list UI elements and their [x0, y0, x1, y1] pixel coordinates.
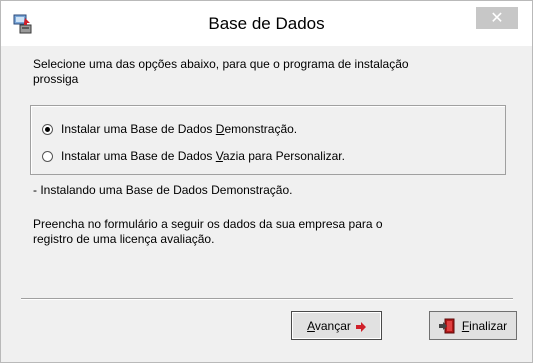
- option-empty-label: Instalar uma Base de Dados Vazia para Pe…: [61, 149, 345, 163]
- option-demo-database[interactable]: Instalar uma Base de Dados Demonstração.: [42, 121, 297, 137]
- separator: [21, 298, 513, 300]
- info-line-1: Preencha no formulário a seguir os dados…: [33, 217, 383, 231]
- window-title: Base de Dados: [208, 14, 325, 33]
- exit-door-icon: [438, 317, 457, 335]
- finish-label: Finalizar: [461, 318, 508, 333]
- close-icon: ✕: [490, 10, 504, 27]
- advance-button[interactable]: Avançar: [291, 311, 382, 340]
- radio-demo[interactable]: [42, 123, 53, 135]
- arrow-right-icon: [355, 321, 366, 332]
- title-bar: Base de Dados ✕: [1, 1, 532, 46]
- intro-line-2: prossiga: [33, 72, 79, 86]
- option-demo-label: Instalar uma Base de Dados Demonstração.: [61, 122, 298, 136]
- intro-line-1: Selecione uma das opções abaixo, para qu…: [33, 57, 409, 71]
- intro-text: Selecione uma das opções abaixo, para qu…: [33, 57, 493, 87]
- radio-empty[interactable]: [42, 150, 53, 162]
- close-button[interactable]: ✕: [476, 7, 518, 29]
- status-text: - Instalando uma Base de Dados Demonstra…: [33, 183, 293, 197]
- info-line-2: registro de uma licença avaliação.: [33, 232, 215, 246]
- options-group: Instalar uma Base de Dados Demonstração.…: [30, 105, 506, 175]
- option-empty-database[interactable]: Instalar uma Base de Dados Vazia para Pe…: [42, 148, 345, 164]
- dialog-window: Base de Dados ✕ Selecione uma das opções…: [0, 0, 533, 363]
- info-text: Preencha no formulário a seguir os dados…: [33, 217, 473, 247]
- finish-button[interactable]: Finalizar: [429, 311, 517, 340]
- advance-label: Avançar: [307, 318, 351, 333]
